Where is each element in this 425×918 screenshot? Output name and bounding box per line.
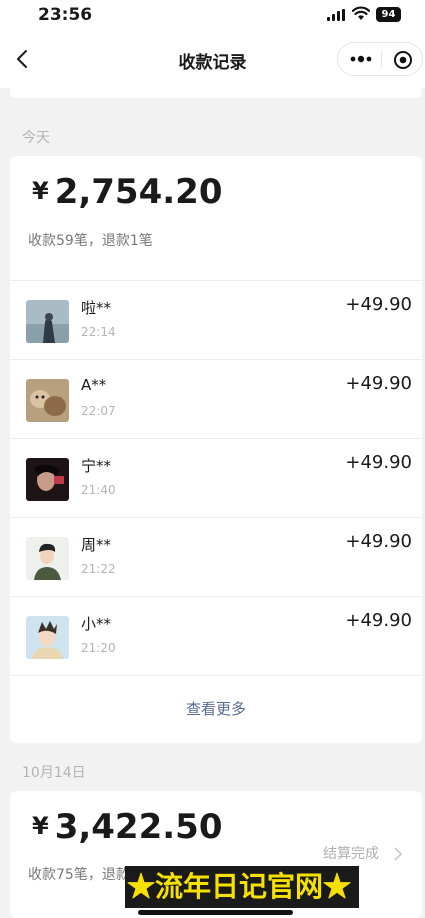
payment-time: 22:14 xyxy=(81,325,116,339)
chevron-right-icon xyxy=(394,847,403,861)
day-summary-card: ¥2,754.20 收款59笔，退款1笔 啦** 22:14 +49.90 A*… xyxy=(10,156,422,743)
currency-symbol: ¥ xyxy=(32,812,49,840)
home-indicator xyxy=(138,910,293,915)
transaction-row[interactable]: 啦** 22:14 +49.90 xyxy=(10,280,422,359)
cellular-signal-icon xyxy=(327,9,347,21)
battery-level: 94 xyxy=(381,9,396,20)
payment-amount: +49.90 xyxy=(345,294,412,315)
previous-card-edge xyxy=(10,88,422,98)
payer-name: 周** xyxy=(81,536,112,554)
row-divider xyxy=(10,596,422,597)
watermark-banner: ★流年日记官网★ xyxy=(125,866,360,908)
transaction-row[interactable]: 小** 21:20 +49.90 xyxy=(10,596,422,675)
avatar xyxy=(26,458,69,501)
status-time: 23:56 xyxy=(38,5,93,25)
payer-name: A** xyxy=(81,376,107,394)
nav-bar: 收款记录 xyxy=(0,30,425,88)
transaction-row[interactable]: 宁** 21:40 +49.90 xyxy=(10,438,422,517)
transaction-row[interactable]: 周** 21:22 +49.90 xyxy=(10,517,422,596)
wifi-icon xyxy=(352,6,370,20)
transaction-summary: 收款59笔，退款1笔 xyxy=(28,233,153,249)
settlement-status-link[interactable]: 结算完成 xyxy=(323,843,379,863)
payment-amount: +49.90 xyxy=(345,373,412,394)
payment-time: 21:22 xyxy=(81,562,116,576)
payer-name: 啦** xyxy=(81,299,112,317)
avatar-pets-photo xyxy=(26,379,69,422)
capsule-divider xyxy=(381,51,382,67)
transaction-row[interactable]: A** 22:07 +49.90 xyxy=(10,359,422,438)
mini-program-capsule xyxy=(337,42,423,76)
avatar-cartoon-boy xyxy=(26,616,69,659)
avatar xyxy=(26,616,69,659)
payment-time: 21:40 xyxy=(81,483,116,497)
view-more-link[interactable]: 查看更多 xyxy=(10,676,422,743)
row-divider xyxy=(10,517,422,518)
currency-symbol: ¥ xyxy=(32,177,49,205)
total-amount: 2,754.20 xyxy=(54,172,223,212)
row-divider xyxy=(10,359,422,360)
payment-amount: +49.90 xyxy=(345,452,412,473)
section-date-label: 今天 xyxy=(22,130,50,146)
daily-total: ¥2,754.20 xyxy=(32,172,222,212)
payer-name: 宁** xyxy=(81,457,112,475)
payment-amount: +49.90 xyxy=(345,531,412,552)
payment-time: 21:20 xyxy=(81,641,116,655)
more-dots-icon[interactable] xyxy=(346,50,376,68)
row-divider xyxy=(10,280,422,281)
avatar-dark-portrait xyxy=(26,458,69,501)
target-close-icon[interactable] xyxy=(393,50,413,70)
avatar xyxy=(26,300,69,343)
section-date-label: 10月14日 xyxy=(22,765,86,781)
payer-name: 小** xyxy=(81,615,112,633)
avatar-landscape-photo xyxy=(26,300,69,343)
total-amount: 3,422.50 xyxy=(54,807,223,847)
row-divider xyxy=(10,438,422,439)
payment-time: 22:07 xyxy=(81,404,116,418)
battery-icon: 94 xyxy=(376,7,401,22)
avatar xyxy=(26,379,69,422)
status-bar: 23:56 94 xyxy=(0,0,425,30)
avatar xyxy=(26,537,69,580)
avatar-cartoon-man xyxy=(26,537,69,580)
daily-total: ¥3,422.50 xyxy=(32,807,222,847)
payment-amount: +49.90 xyxy=(345,610,412,631)
